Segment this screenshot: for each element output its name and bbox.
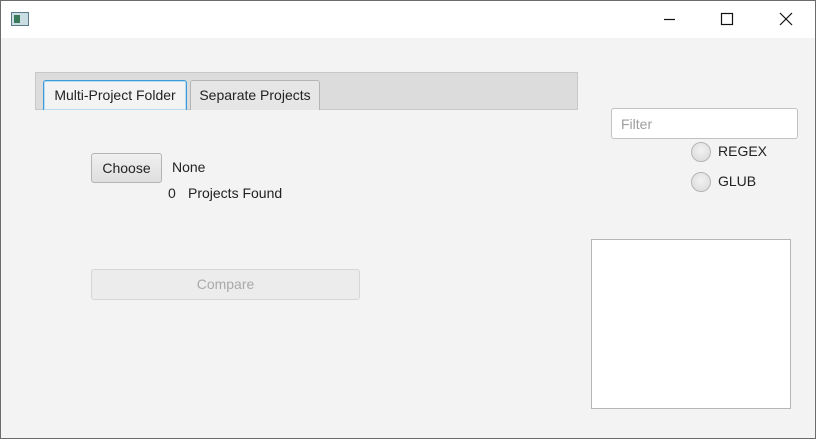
minimize-icon: [664, 18, 675, 21]
application-window: Multi-Project Folder Separate Projects C…: [0, 0, 816, 439]
close-button[interactable]: [763, 1, 809, 38]
title-bar[interactable]: [1, 1, 815, 38]
projects-found-label: Projects Found: [188, 185, 283, 201]
minimize-button[interactable]: [645, 1, 691, 38]
close-icon: [779, 12, 793, 26]
tab-multi-project-folder[interactable]: Multi-Project Folder: [43, 80, 187, 110]
glub-radio-label: GLUB: [718, 173, 757, 189]
glub-radio-circle[interactable]: [691, 172, 711, 192]
compare-button[interactable]: Compare: [91, 269, 360, 300]
filter-input[interactable]: [611, 108, 798, 139]
regex-radio-circle[interactable]: [691, 142, 711, 162]
tab-bar: Multi-Project Folder Separate Projects: [35, 72, 578, 110]
regex-radio-label: REGEX: [718, 143, 768, 159]
app-window-icon: [11, 12, 29, 26]
projects-count: 0: [168, 185, 176, 201]
maximize-icon: [720, 12, 734, 26]
selected-folder-value: None: [172, 159, 206, 175]
results-list[interactable]: [591, 239, 791, 409]
tab-separate-projects[interactable]: Separate Projects: [190, 80, 320, 110]
choose-button[interactable]: Choose: [91, 153, 162, 183]
maximize-button[interactable]: [704, 1, 750, 38]
